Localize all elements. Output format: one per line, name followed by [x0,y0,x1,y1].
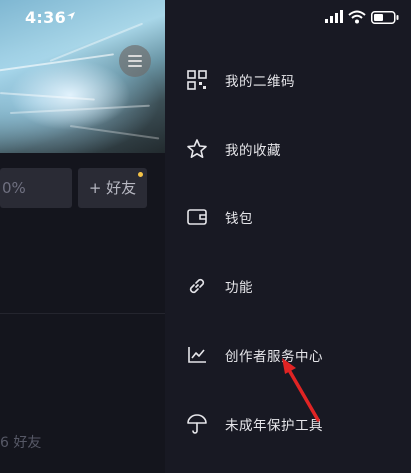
annotation-arrow-icon [282,358,320,422]
